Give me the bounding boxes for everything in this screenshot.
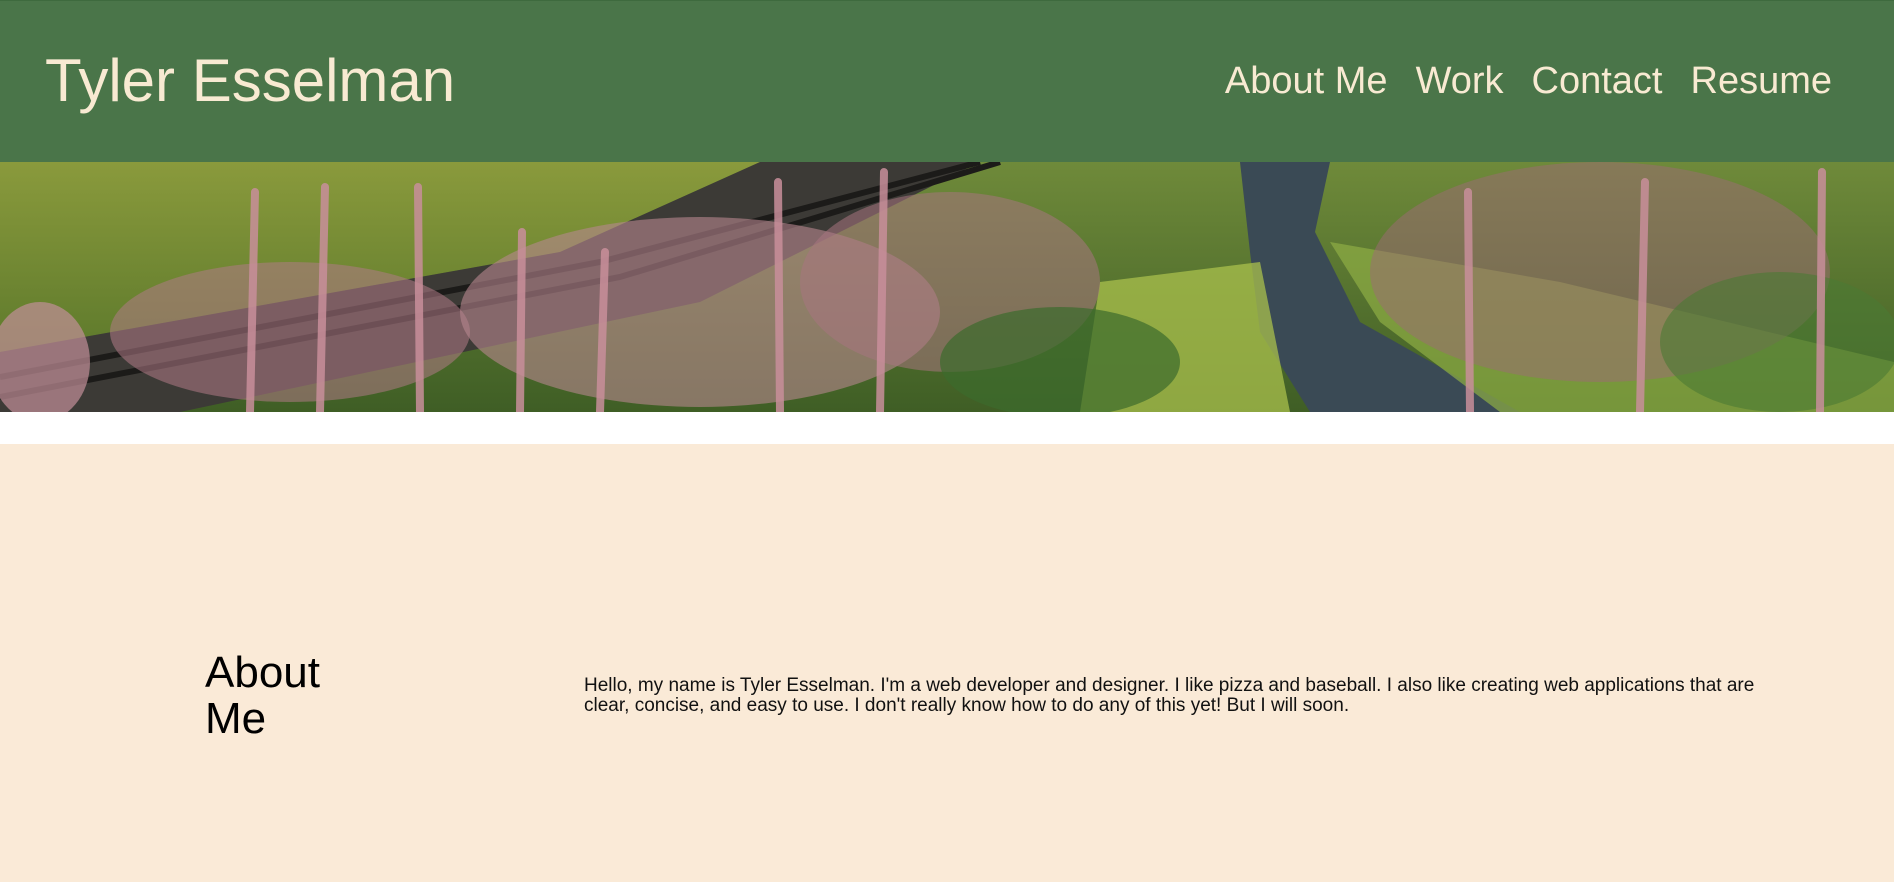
nav-link-contact[interactable]: Contact [1532, 58, 1663, 104]
hero-banner-image [0, 162, 1894, 412]
site-title[interactable]: Tyler Esselman [45, 45, 455, 117]
nav-link-work[interactable]: Work [1416, 58, 1504, 104]
about-section: About Me Hello, my name is Tyler Esselma… [0, 444, 1894, 882]
nav-link-resume[interactable]: Resume [1691, 58, 1833, 104]
about-heading: About Me [205, 648, 320, 743]
section-spacer [0, 412, 1894, 444]
about-paragraph: Hello, my name is Tyler Esselman. I'm a … [584, 675, 1755, 716]
nav-link-about-me[interactable]: About Me [1225, 58, 1388, 104]
main-nav: About Me Work Contact Resume [1225, 58, 1832, 104]
site-header: Tyler Esselman About Me Work Contact Res… [0, 0, 1894, 163]
hero-landscape-image [0, 162, 1894, 412]
